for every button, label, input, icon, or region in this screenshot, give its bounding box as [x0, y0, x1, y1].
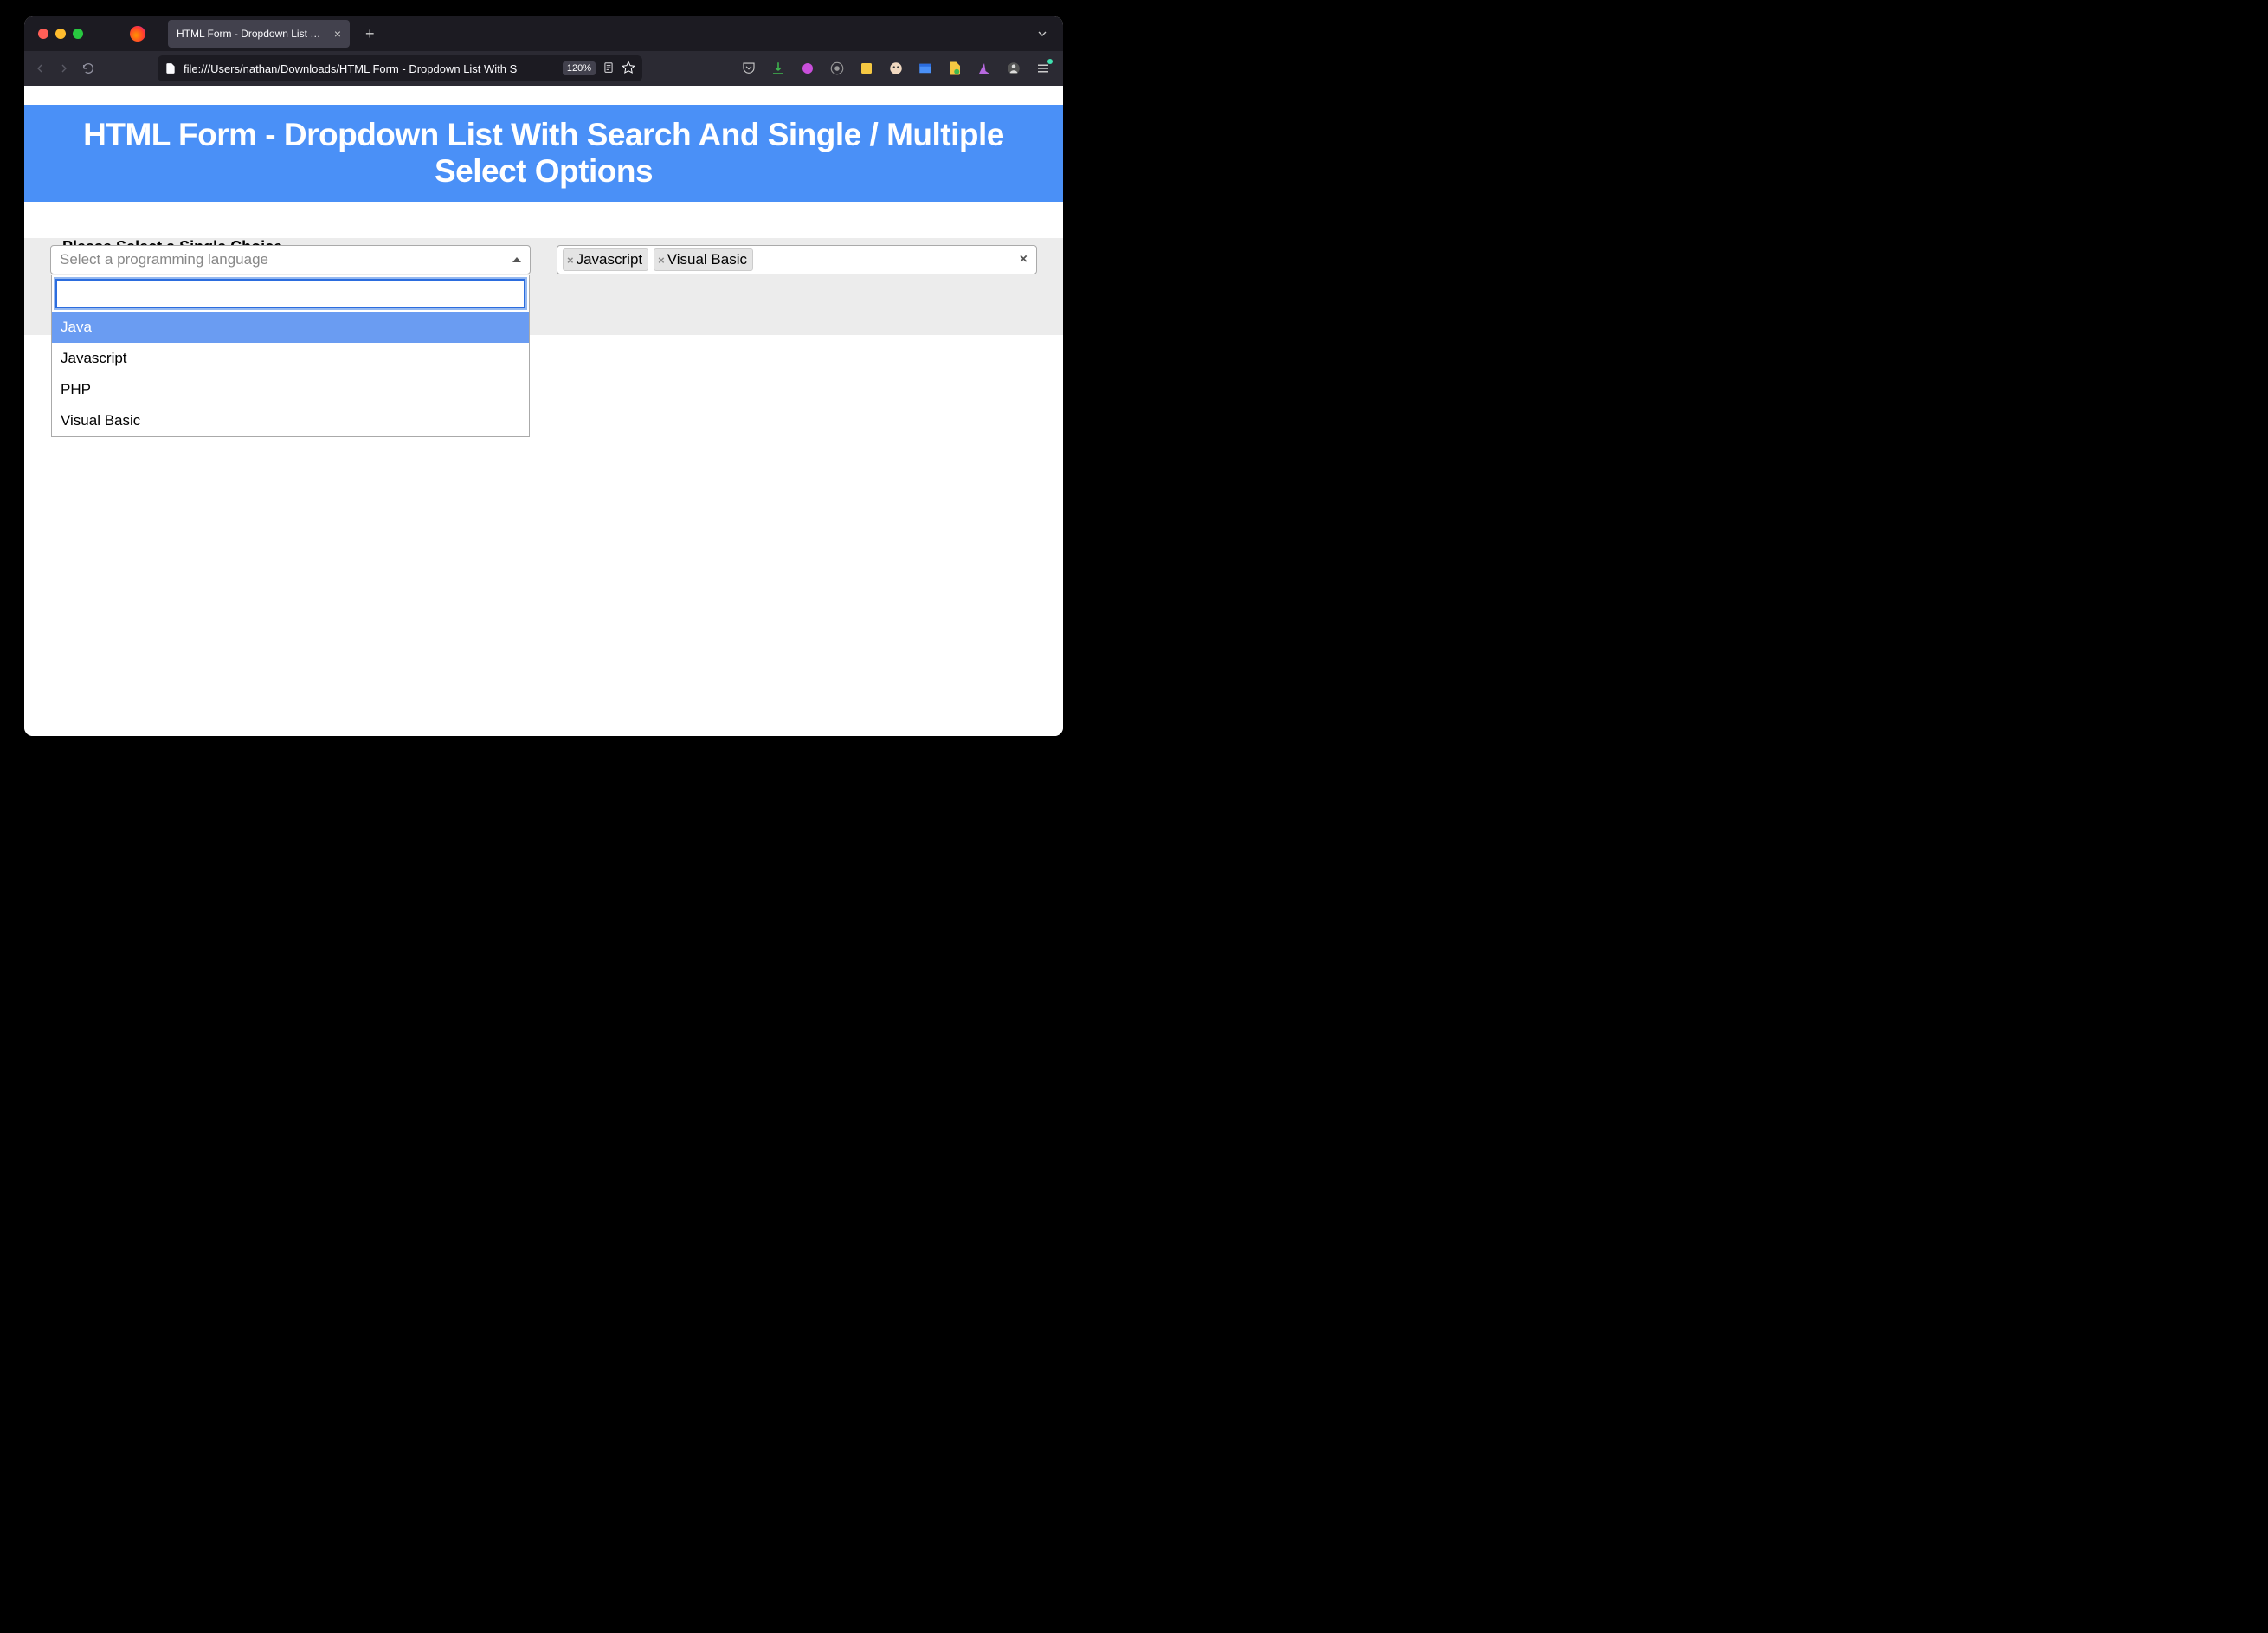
reader-mode-icon[interactable] — [602, 61, 615, 76]
form-band: Please Select a Single Choice Please Sel… — [24, 238, 1063, 335]
list-tabs-button[interactable] — [1035, 27, 1049, 41]
extension-icon-7[interactable] — [976, 61, 992, 76]
extension-icon-3[interactable] — [859, 61, 874, 76]
extension-icon-6[interactable] — [947, 61, 963, 76]
extension-icon-1[interactable] — [800, 61, 815, 76]
dropdown-option[interactable]: Visual Basic — [52, 405, 529, 436]
file-icon — [164, 62, 177, 74]
dropdown-option[interactable]: Java — [52, 312, 529, 343]
url-text: file:///Users/nathan/Downloads/HTML Form… — [184, 62, 556, 75]
notification-dot — [1047, 59, 1053, 64]
page-content: HTML Form - Dropdown List With Search An… — [24, 86, 1063, 736]
options-list: JavaJavascriptPHPVisual Basic — [52, 312, 529, 436]
titlebar: HTML Form - Dropdown List With S × + — [24, 16, 1063, 51]
clear-all-icon[interactable]: × — [1016, 252, 1031, 268]
chip-remove-icon[interactable]: × — [658, 254, 665, 267]
extension-icon-5[interactable] — [918, 61, 933, 76]
chip-label: Javascript — [577, 251, 643, 268]
address-bar[interactable]: file:///Users/nathan/Downloads/HTML Form… — [158, 55, 642, 81]
dropdown-search-input[interactable] — [55, 279, 525, 308]
selected-chip[interactable]: ×Javascript — [563, 248, 648, 271]
dropdown-option[interactable]: Javascript — [52, 343, 529, 374]
selected-chip[interactable]: ×Visual Basic — [654, 248, 753, 271]
caret-up-icon — [512, 257, 521, 262]
chip-label: Visual Basic — [667, 251, 747, 268]
bookmark-icon[interactable] — [622, 61, 635, 77]
page-header: HTML Form - Dropdown List With Search An… — [24, 105, 1063, 202]
page-title: HTML Form - Dropdown List With Search An… — [42, 117, 1046, 190]
reload-button[interactable] — [81, 61, 95, 75]
browser-tab[interactable]: HTML Form - Dropdown List With S × — [168, 20, 350, 48]
chip-remove-icon[interactable]: × — [567, 254, 574, 267]
extension-icons — [741, 61, 1054, 76]
multi-select-box[interactable]: ×Javascript×Visual Basic × — [557, 245, 1037, 274]
tab-title: HTML Form - Dropdown List With S — [177, 28, 327, 40]
firefox-icon — [130, 26, 145, 42]
browser-window: HTML Form - Dropdown List With S × + fil… — [24, 16, 1063, 736]
toolbar: file:///Users/nathan/Downloads/HTML Form… — [24, 51, 1063, 86]
back-button[interactable] — [33, 61, 47, 75]
single-select-dropdown: JavaJavascriptPHPVisual Basic — [51, 275, 530, 437]
zoom-badge[interactable]: 120% — [563, 61, 596, 75]
single-select-box[interactable]: Select a programming language JavaJavasc… — [50, 245, 531, 274]
window-controls — [38, 29, 83, 39]
dropdown-option[interactable]: PHP — [52, 374, 529, 405]
maximize-window-button[interactable] — [73, 29, 83, 39]
minimize-window-button[interactable] — [55, 29, 66, 39]
chips-container: ×Javascript×Visual Basic — [563, 248, 753, 271]
extension-icon-2[interactable] — [829, 61, 845, 76]
forward-button[interactable] — [57, 61, 71, 75]
pocket-icon[interactable] — [741, 61, 757, 76]
search-wrap — [52, 275, 529, 312]
new-tab-button[interactable]: + — [365, 25, 375, 43]
app-menu-button[interactable] — [1035, 61, 1051, 76]
tab-close-icon[interactable]: × — [334, 28, 341, 40]
single-select-placeholder: Select a programming language — [60, 251, 268, 268]
downloads-icon[interactable] — [770, 61, 786, 76]
close-window-button[interactable] — [38, 29, 48, 39]
extension-icon-4[interactable] — [888, 61, 904, 76]
account-icon[interactable] — [1006, 61, 1021, 76]
